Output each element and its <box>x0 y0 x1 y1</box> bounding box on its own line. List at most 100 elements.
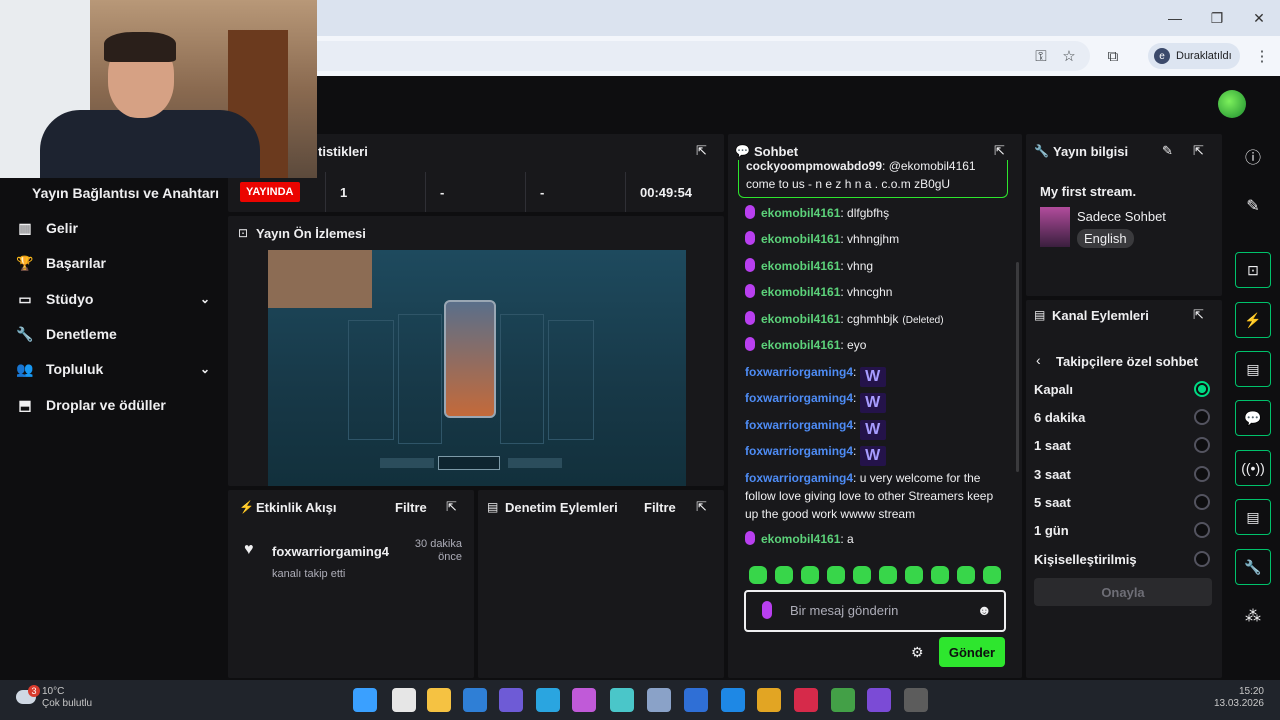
app-icon[interactable] <box>721 688 745 712</box>
popout-icon[interactable]: ⇱ <box>696 499 707 515</box>
back-chevron-icon[interactable]: ‹ <box>1036 352 1041 368</box>
chat-username[interactable]: ekomobil4161 <box>761 285 840 299</box>
lightning-rail-icon[interactable]: ⚡ <box>1235 302 1271 338</box>
emote-button[interactable] <box>879 566 897 584</box>
info-icon[interactable]: ⓘ <box>1235 138 1271 174</box>
start-icon[interactable] <box>353 688 377 712</box>
app-icon[interactable] <box>684 688 708 712</box>
category-boxart[interactable] <box>1040 207 1070 247</box>
follower-chat-option[interactable]: 6 dakika <box>1034 407 1214 427</box>
emote-button[interactable] <box>801 566 819 584</box>
app-icon[interactable] <box>794 688 818 712</box>
language-tag[interactable]: English <box>1077 229 1134 248</box>
preview-video[interactable] <box>268 250 686 486</box>
chat-username[interactable]: ekomobil4161 <box>761 312 840 326</box>
follower-chat-option[interactable]: Kapalı <box>1034 379 1214 399</box>
chat-username[interactable]: ekomobil4161 <box>761 338 840 352</box>
emote-button[interactable] <box>749 566 767 584</box>
radio-button[interactable] <box>1194 437 1210 453</box>
chat-username[interactable]: foxwarriorgaming4 <box>745 418 853 432</box>
emote-button[interactable] <box>957 566 975 584</box>
follower-chat-option[interactable]: 1 saat <box>1034 435 1214 455</box>
user-avatar[interactable] <box>1218 90 1246 118</box>
chat-username[interactable]: foxwarriorgaming4 <box>745 444 853 458</box>
menu-icon[interactable]: ⋮ <box>1250 44 1274 68</box>
broadcast-rail-icon[interactable]: ((•)) <box>1235 450 1271 486</box>
settings-gear-icon[interactable]: ⚙ <box>911 644 924 661</box>
follower-chat-option[interactable]: 3 saat <box>1034 464 1214 484</box>
category-name[interactable]: Sadece Sohbet <box>1077 209 1166 224</box>
popout-icon[interactable]: ⇱ <box>696 143 707 159</box>
task-view-icon[interactable] <box>392 688 416 712</box>
app-icon[interactable] <box>499 688 523 712</box>
chat-username[interactable]: ekomobil4161 <box>761 232 840 246</box>
emote-button[interactable] <box>827 566 845 584</box>
emote-button[interactable] <box>931 566 949 584</box>
wrench-rail-icon[interactable]: 🔧 <box>1235 549 1271 585</box>
emote-w[interactable]: W <box>859 393 886 413</box>
popout-icon[interactable]: ⇱ <box>1193 143 1204 159</box>
sidebar-item-gelir[interactable]: ▥ Gelir <box>0 213 228 243</box>
address-bar[interactable] <box>300 41 1090 71</box>
app-icon[interactable] <box>647 688 671 712</box>
maximize-button[interactable]: ❐ <box>1196 0 1238 36</box>
profile-button[interactable]: e Duraklatıldı <box>1148 43 1240 69</box>
sidebar-header[interactable]: Yayın Bağlantısı ve Anahtarı <box>32 185 219 201</box>
app-icon[interactable] <box>757 688 781 712</box>
document-rail-icon[interactable]: ▤ <box>1235 351 1271 387</box>
pencil-icon[interactable]: ✎ <box>1235 188 1271 224</box>
chevron-down-icon[interactable]: ⌄ <box>200 362 210 376</box>
chat-username[interactable]: foxwarriorgaming4 <box>745 391 853 405</box>
emote-w[interactable]: W <box>859 420 886 440</box>
send-button[interactable]: Gönder <box>939 637 1005 667</box>
emote-button[interactable] <box>905 566 923 584</box>
chat-username[interactable]: ekomobil4161 <box>761 206 840 220</box>
radio-button[interactable] <box>1194 409 1210 425</box>
add-widget-icon[interactable]: ⁂ <box>1235 598 1271 634</box>
minimize-button[interactable]: — <box>1154 0 1196 36</box>
chevron-down-icon[interactable]: ⌄ <box>200 292 210 306</box>
preview-rail-icon[interactable]: ⊡ <box>1235 252 1271 288</box>
popout-icon[interactable]: ⇱ <box>1193 307 1204 323</box>
confirm-button[interactable]: Onayla <box>1034 578 1212 606</box>
popout-icon[interactable]: ⇱ <box>994 143 1005 159</box>
emote-button[interactable] <box>853 566 871 584</box>
close-button[interactable]: ✕ <box>1238 0 1280 36</box>
copilot-icon[interactable] <box>572 688 596 712</box>
app-icon[interactable] <box>867 688 891 712</box>
emote-button[interactable] <box>983 566 1001 584</box>
sidebar-item-denetleme[interactable]: 🔧 Denetleme <box>0 319 228 349</box>
radio-button[interactable] <box>1194 551 1210 567</box>
radio-button[interactable] <box>1194 381 1210 397</box>
emote-w[interactable]: W <box>859 367 886 387</box>
app-icon[interactable] <box>904 688 928 712</box>
popout-icon[interactable]: ⇱ <box>446 499 457 515</box>
radio-button[interactable] <box>1194 522 1210 538</box>
store-icon[interactable] <box>463 688 487 712</box>
follower-chat-option[interactable]: 1 gün <box>1034 520 1214 540</box>
clock[interactable]: 15:20 13.03.2026 <box>1196 686 1264 710</box>
mod-filter-button[interactable]: Filtre <box>644 500 676 515</box>
edit-pencil-icon[interactable]: ✎ <box>1162 143 1173 159</box>
app-icon[interactable] <box>536 688 560 712</box>
emote-button[interactable] <box>775 566 793 584</box>
emoji-icon[interactable]: ☻ <box>977 602 992 618</box>
radio-button[interactable] <box>1194 494 1210 510</box>
chat-username[interactable]: ekomobil4161 <box>761 259 840 273</box>
follower-chat-option[interactable]: Kişiselleştirilmiş <box>1034 549 1214 569</box>
file-explorer-icon[interactable] <box>427 688 451 712</box>
sidebar-item-droplar-ve-d-ller[interactable]: ⬒ Droplar ve ödüller <box>0 390 228 420</box>
key-icon[interactable]: ⚿ <box>1029 44 1053 68</box>
activity-filter-button[interactable]: Filtre <box>395 500 427 515</box>
event-user[interactable]: foxwarriorgaming4 <box>272 544 389 559</box>
chrome-icon[interactable] <box>831 688 855 712</box>
mic-icon[interactable] <box>762 601 772 619</box>
sidebar-item-ba-ar-lar[interactable]: 🏆 Başarılar <box>0 248 228 278</box>
sidebar-item-topluluk[interactable]: 👥 Topluluk ⌄ <box>0 354 228 384</box>
chat-rail-icon[interactable]: 💬 <box>1235 400 1271 436</box>
actions-rail-icon[interactable]: ▤ <box>1235 499 1271 535</box>
emote-w[interactable]: W <box>859 446 886 466</box>
chat-scrollbar[interactable] <box>1016 262 1019 472</box>
sidebar-item-st-dyo[interactable]: ▭ Stüdyo ⌄ <box>0 284 228 314</box>
radio-button[interactable] <box>1194 466 1210 482</box>
